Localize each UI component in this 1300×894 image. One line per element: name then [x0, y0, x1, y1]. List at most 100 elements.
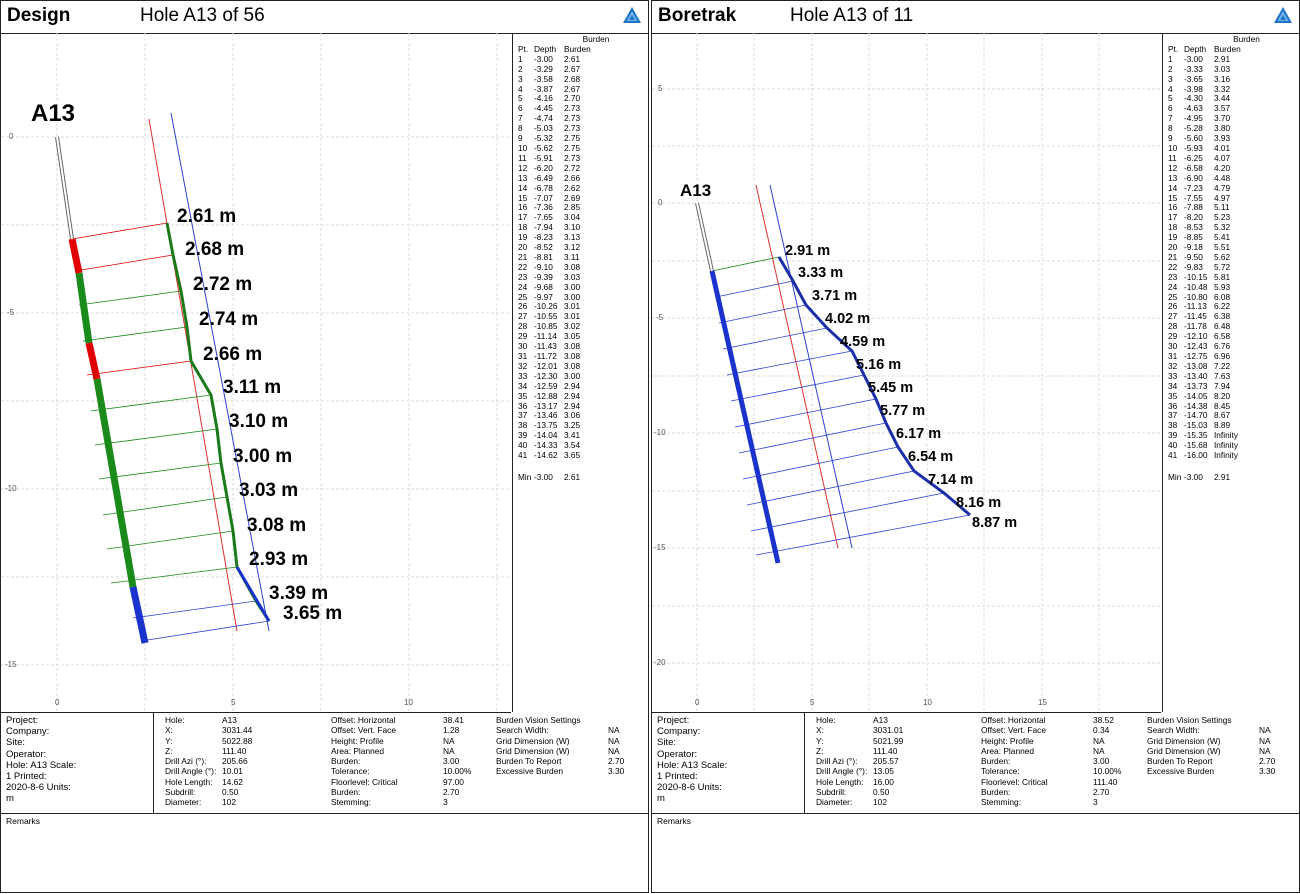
- hole-counter: Hole A13 of 56: [140, 5, 265, 26]
- info-field-label: Y:: [816, 735, 824, 746]
- info-field: Hole: A13: [165, 715, 285, 725]
- info-field-value: 10.00%: [1093, 766, 1122, 777]
- burden-profile-plot: 5 0 -5 -10 -15 -20 0 5 10 15 A13 2.91 m …: [652, 33, 1161, 713]
- burden-label: 2.61 m: [177, 206, 236, 227]
- info-field: Excessive Burden 3.30: [496, 766, 636, 776]
- row-depth: -6.78: [534, 182, 553, 193]
- project-info-line: Company:: [657, 726, 701, 738]
- info-field-value: 38.52: [1093, 715, 1114, 725]
- info-field: Burden: 3.00: [331, 756, 481, 766]
- info-field-label: Burden:: [331, 756, 361, 767]
- y-tick: -15: [5, 660, 17, 669]
- burden-table-row: 41 -14.62 3.65: [518, 450, 649, 461]
- row-depth: -7.23: [1184, 182, 1203, 193]
- project-info-line: 1 Printed:: [657, 771, 698, 783]
- info-field-label: Burden Vision Settings: [1147, 715, 1232, 725]
- burden-label: 4.02 m: [825, 311, 870, 327]
- row-burden: 2.62: [564, 182, 581, 193]
- info-field-value: NA: [1259, 735, 1271, 746]
- info-field-value: 0.50: [873, 787, 890, 798]
- info-field-label: Subdrill:: [165, 787, 196, 798]
- info-field: Z: 111.40: [165, 746, 285, 756]
- info-field-label: Burden:: [331, 787, 361, 798]
- burden-label: 3.33 m: [798, 265, 843, 281]
- burden-table-row: 41 -16.00 Infinity: [1168, 450, 1300, 461]
- info-field-label: Drill Azi (°):: [816, 756, 858, 767]
- x-tick: 10: [404, 698, 413, 707]
- burden-label: 2.72 m: [193, 274, 252, 295]
- hole-params: Hole: A13 X: 3031.44 Y: 5022.88 Z: 111.40 Drill …: [165, 715, 285, 808]
- burden-label: 3.03 m: [239, 480, 298, 501]
- project-info-line: 2020-8-6 Units:: [657, 782, 722, 794]
- y-tick: -20: [654, 658, 666, 667]
- y-tick: -10: [654, 428, 666, 437]
- info-field: Hole Length: 14.62: [165, 777, 285, 787]
- info-field-value: 3.00: [443, 756, 460, 767]
- burden-label: 2.91 m: [785, 243, 830, 259]
- info-field: Grid Dimension (W) NA: [1147, 746, 1287, 756]
- info-field-value: 2.70: [1093, 787, 1110, 798]
- info-field-value: 3031.01: [873, 725, 904, 736]
- burden-labels: 2.61 m 2.68 m 2.72 m 2.74 m 2.66 m 3.11 …: [177, 206, 342, 624]
- panel-header: Design Hole A13 of 56: [1, 1, 648, 34]
- info-field-value: NA: [443, 745, 455, 756]
- info-field-value: NA: [443, 735, 455, 746]
- hole-info-section: Project: Company: Site: Operator: Hole: A13 …: [652, 713, 1299, 814]
- info-field: Offset: Vert. Face 1.28: [331, 725, 481, 735]
- burden-label: 4.59 m: [840, 334, 885, 350]
- burden-vision-settings: Burden Vision Settings Search Width: NA Gri…: [1147, 715, 1287, 777]
- burden-table: Burden Pt. Depth Burden 1 -3.00 2.91 2 -3.33…: [1162, 33, 1300, 712]
- info-field-value: NA: [1259, 745, 1271, 756]
- burden-label: 6.54 m: [908, 449, 953, 465]
- info-field: Drill Angle (°): 10.01: [165, 766, 285, 776]
- project-info-line: 1 Printed:: [6, 771, 47, 783]
- info-field-label: Floorlevel: Critical: [981, 776, 1048, 787]
- info-field-value: 2.70: [1259, 756, 1276, 767]
- x-tick: 10: [923, 698, 932, 707]
- burden-label: 2.68 m: [185, 239, 244, 260]
- info-field-value: 0.50: [222, 787, 239, 798]
- hole-id-label: A13: [31, 100, 75, 127]
- row-burden: 4.79: [1214, 182, 1231, 193]
- project-info-line: Site:: [657, 737, 677, 749]
- info-field: Area: Planned NA: [981, 746, 1131, 756]
- hole-counter: Hole A13 of 11: [790, 5, 914, 26]
- info-field: Burden To Report 2.70: [496, 756, 636, 766]
- info-field-label: Excessive Burden: [1147, 766, 1215, 777]
- burden-label: 3.08 m: [247, 515, 306, 536]
- info-field-value: 0.34: [1093, 725, 1110, 736]
- burden-table-rows: 1 -3.00 2.91 2 -3.33 3.03 3 -3.65 3.16 4 -3.98 3.32…: [1163, 54, 1300, 461]
- info-field: Drill Azi (°): 205.57: [816, 756, 936, 766]
- row-depth: -14.62: [534, 450, 558, 461]
- info-field: Area: Planned NA: [331, 746, 481, 756]
- remarks-label: Remarks: [6, 816, 41, 826]
- project-info-line: Company:: [6, 726, 50, 738]
- info-field-value: 5021.99: [873, 735, 904, 746]
- crest-line-red: [755, 184, 839, 549]
- row-burden: Infinity: [1214, 450, 1238, 461]
- info-field-value: 102: [222, 797, 236, 808]
- info-field-label: Hole:: [165, 715, 185, 725]
- info-field-label: Hole:: [816, 715, 836, 725]
- info-field: Offset: Horizontal 38.52: [981, 715, 1131, 725]
- info-field: Drill Angle (°): 13.05: [816, 766, 936, 776]
- info-field: Excessive Burden 3.30: [1147, 766, 1287, 776]
- info-field-value: 10.00%: [443, 766, 472, 777]
- y-tick: -5: [7, 308, 15, 317]
- info-field: X: 3031.01: [816, 725, 936, 735]
- info-field-label: Hole Length:: [816, 776, 864, 787]
- info-field-label: Grid Dimension (W): [496, 745, 570, 756]
- info-field-value: 111.40: [222, 745, 247, 756]
- burden-profile-plot: 0 -5 -10 -15 0 5 10 A13 2.61 m 2.68 m 2.…: [1, 33, 511, 713]
- info-field-label: Excessive Burden: [496, 766, 564, 777]
- hole-id-label: A13: [680, 181, 711, 200]
- project-info-line: Hole: A13 Scale:: [657, 759, 728, 771]
- row-burden: 3.65: [564, 450, 581, 461]
- burden-label: 3.39 m: [269, 583, 328, 604]
- remarks-label: Remarks: [657, 816, 692, 826]
- info-field: Grid Dimension (W) NA: [496, 746, 636, 756]
- plot-grid: [652, 33, 1161, 712]
- row-point: 14: [518, 182, 528, 193]
- info-field-label: Diameter:: [816, 797, 853, 808]
- info-field: Diameter: 102: [165, 797, 285, 807]
